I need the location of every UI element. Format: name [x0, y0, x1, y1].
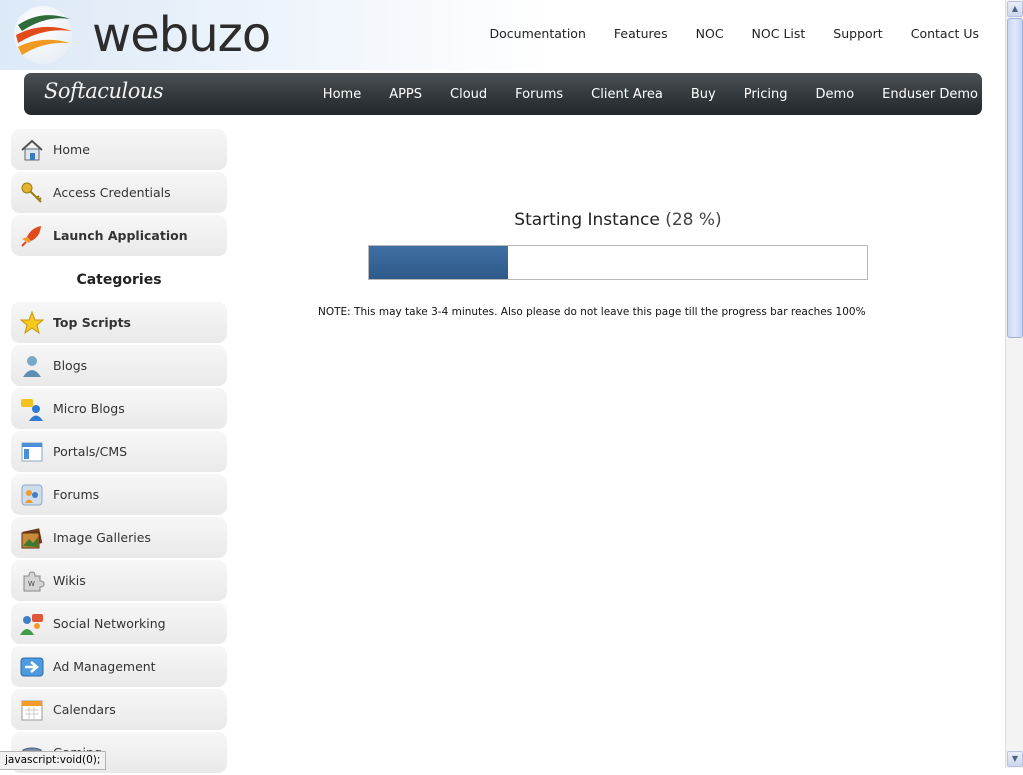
nav-buy[interactable]: Buy — [691, 87, 716, 102]
user-icon — [23, 355, 41, 377]
window-icon — [21, 442, 43, 461]
main-nav-bar: Softaculous Home APPS Cloud Forums Clien… — [24, 73, 982, 115]
sidebar-item-label: Home — [53, 142, 90, 157]
nav-pricing[interactable]: Pricing — [744, 87, 788, 102]
status-bar: javascript:void(0); — [0, 751, 107, 770]
sidebar-item-image-galleries[interactable]: Image Galleries — [11, 517, 227, 558]
sidebar-item-label: Wikis — [53, 573, 86, 588]
nav-home[interactable]: Home — [323, 87, 361, 102]
sidebar-item-social-networking[interactable]: Social Networking — [11, 603, 227, 644]
sidebar-item-portals-cms[interactable]: Portals/CMS — [11, 431, 227, 472]
nav-demo[interactable]: Demo — [816, 87, 855, 102]
sidebar-item-label: Micro Blogs — [53, 401, 125, 416]
keys-icon — [21, 182, 42, 203]
puzzle-icon: W — [23, 570, 45, 591]
calendar-icon — [21, 700, 43, 720]
sidebar-item-home[interactable]: Home — [11, 129, 227, 170]
site-header: webuzo Documentation Features NOC NOC Li… — [0, 0, 1005, 70]
progress-percent-text: (28 %) — [665, 210, 722, 230]
progress-bar — [368, 245, 868, 280]
top-link-support[interactable]: Support — [833, 26, 882, 41]
sidebar-item-wikis[interactable]: W Wikis — [11, 560, 227, 601]
nav-client-area[interactable]: Client Area — [591, 87, 663, 102]
progress-title-text: Starting Instance — [514, 210, 660, 230]
sidebar-item-blogs[interactable]: Blogs — [11, 345, 227, 386]
progress-note: NOTE: This may take 3-4 minutes. Also pl… — [318, 306, 866, 318]
nav-links: Home APPS Cloud Forums Client Area Buy P… — [295, 87, 978, 102]
sidebar: Home Access Credentials Launch Applicati… — [11, 129, 227, 775]
sidebar-item-label: Blogs — [53, 358, 88, 373]
gallery-icon — [21, 527, 43, 548]
sidebar-item-calendars[interactable]: Calendars — [11, 689, 227, 730]
rocket-icon — [21, 225, 41, 247]
sidebar-item-ad-management[interactable]: Ad Management — [11, 646, 227, 687]
progress-bar-fill — [369, 246, 509, 279]
sidebar-item-label: Image Galleries — [53, 530, 151, 545]
sidebar-item-micro-blogs[interactable]: Micro Blogs — [11, 388, 227, 429]
nav-apps[interactable]: APPS — [389, 87, 422, 102]
top-links: Documentation Features NOC NOC List Supp… — [462, 26, 980, 41]
scrollbar-thumb[interactable] — [1007, 18, 1023, 338]
webuzo-logo[interactable]: webuzo — [12, 5, 272, 65]
sidebar-item-label: Social Networking — [53, 616, 166, 631]
home-icon — [21, 139, 43, 160]
top-link-contact-us[interactable]: Contact Us — [911, 26, 979, 41]
star-icon — [19, 310, 45, 334]
sidebar-item-launch-application[interactable]: Launch Application — [11, 215, 227, 256]
top-link-documentation[interactable]: Documentation — [490, 26, 586, 41]
brand-name: webuzo — [92, 7, 271, 63]
chat-user-icon — [21, 398, 43, 421]
sidebar-item-label: Access Credentials — [53, 185, 171, 200]
sidebar-item-access-credentials[interactable]: Access Credentials — [11, 172, 227, 213]
sidebar-item-label: Launch Application — [53, 228, 188, 243]
social-icon — [20, 613, 43, 635]
svg-text:W: W — [28, 580, 35, 588]
sidebar-item-label: Forums — [53, 487, 100, 502]
top-link-noc-list[interactable]: NOC List — [752, 26, 806, 41]
ad-arrow-icon — [20, 657, 44, 676]
top-link-noc[interactable]: NOC — [696, 26, 724, 41]
sidebar-item-label: Calendars — [53, 702, 116, 717]
sidebar-item-top-scripts[interactable]: Top Scripts — [11, 302, 227, 343]
forum-icon — [21, 484, 43, 505]
nav-cloud[interactable]: Cloud — [450, 87, 487, 102]
categories-title: Categories — [76, 272, 162, 288]
nav-enduser-demo[interactable]: Enduser Demo — [882, 87, 978, 102]
sidebar-item-label: Ad Management — [53, 659, 156, 674]
sidebar-item-forums[interactable]: Forums — [11, 474, 227, 515]
top-link-features[interactable]: Features — [614, 26, 668, 41]
scroll-up-icon[interactable]: ▲ — [1007, 1, 1023, 17]
softaculous-logo[interactable]: Softaculous — [44, 79, 164, 103]
webuzo-globe-icon — [14, 6, 72, 64]
sidebar-item-label: Portals/CMS — [53, 444, 128, 459]
sidebar-item-label: Top Scripts — [53, 315, 131, 330]
vertical-scrollbar[interactable]: ▲ ▼ — [1005, 0, 1023, 768]
nav-forums[interactable]: Forums — [515, 87, 563, 102]
scroll-down-icon[interactable]: ▼ — [1007, 751, 1023, 767]
progress-title: Starting Instance (28 %) — [368, 210, 868, 230]
